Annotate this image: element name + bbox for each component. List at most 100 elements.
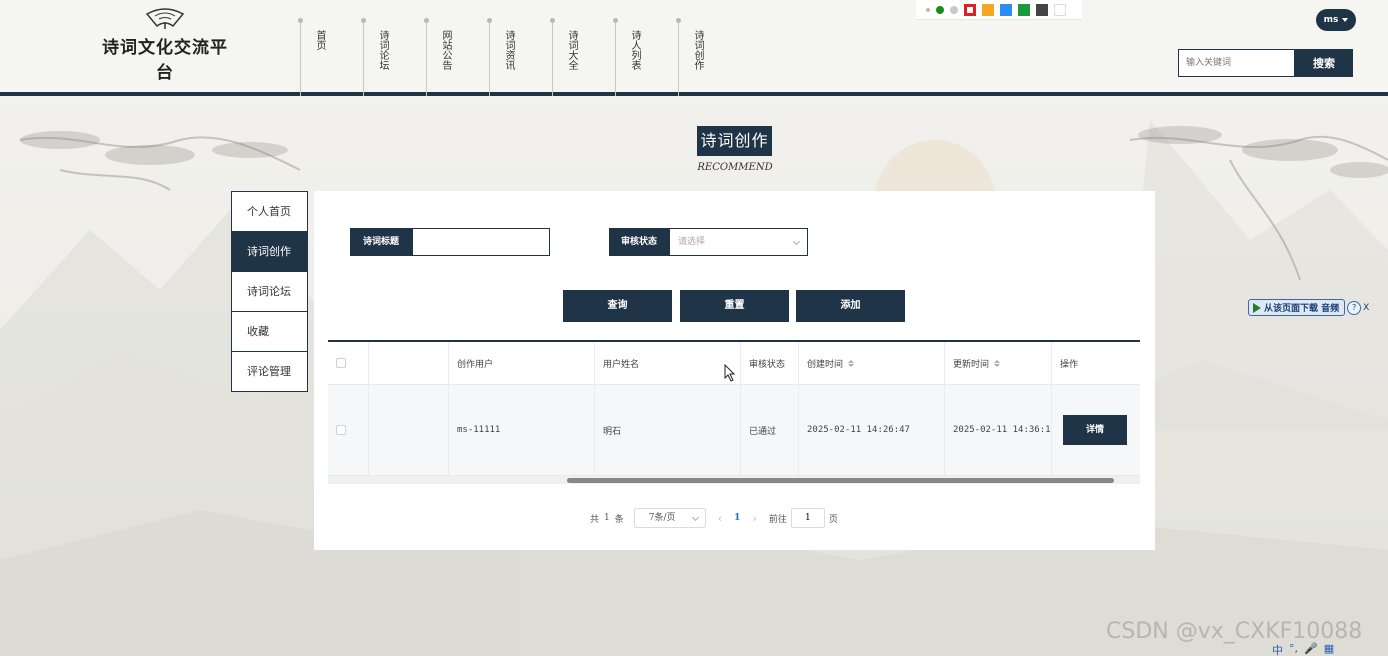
index-cell — [369, 385, 449, 475]
detail-button[interactable]: 详情 — [1063, 415, 1127, 445]
user-menu-button[interactable]: ms — [1316, 9, 1356, 31]
sort-icon[interactable] — [994, 359, 1001, 367]
nav-label: 诗词创作 — [692, 30, 703, 70]
title-filter-input[interactable] — [412, 228, 550, 256]
sort-icon[interactable] — [848, 359, 855, 367]
theme-dot[interactable] — [936, 5, 944, 14]
nav-label: 诗词资讯 — [503, 30, 514, 70]
action-column-header: 操作 — [1060, 359, 1079, 370]
nav-label: 网站公告 — [440, 30, 451, 70]
watermark: CSDN @vx_CXKF10088 — [1106, 619, 1363, 644]
side-menu-item-forum[interactable]: 诗词论坛 — [232, 272, 307, 312]
user-name: ms — [1323, 15, 1339, 25]
theme-swatch[interactable] — [982, 3, 994, 16]
page-number[interactable]: 1 — [734, 513, 740, 523]
status-filter-placeholder: 请选择 — [678, 237, 706, 247]
fan-logo-icon — [145, 8, 185, 29]
scrollbar-thumb[interactable] — [567, 478, 1114, 483]
updated-column-label: 更新时间 — [953, 359, 990, 370]
nav-item-home[interactable]: 首页 — [298, 18, 363, 96]
theme-swatch[interactable] — [964, 3, 976, 16]
nav-item-creation[interactable]: 诗词创作 — [676, 18, 741, 96]
total-suffix: 条 — [614, 514, 624, 525]
status-filter-select[interactable]: 请选择 — [669, 228, 808, 256]
page-subtitle: RECOMMEND — [697, 162, 773, 173]
prev-page-icon[interactable]: ‹ — [718, 512, 722, 525]
total-count: 1 — [604, 513, 610, 523]
select-all-cell — [328, 342, 369, 384]
ime-punct-icon[interactable]: °, — [1289, 642, 1298, 656]
theme-dot[interactable] — [950, 5, 958, 14]
nav-label: 诗词大全 — [566, 30, 577, 70]
help-icon[interactable]: ? — [1347, 300, 1362, 315]
next-page-icon[interactable]: › — [752, 512, 756, 525]
ime-grid-icon[interactable]: ▦ — [1324, 642, 1334, 656]
row-select-cell — [328, 385, 369, 475]
close-icon[interactable]: X — [1363, 303, 1369, 313]
chevron-down-icon — [792, 237, 801, 246]
side-menu-item-profile[interactable]: 个人首页 — [232, 192, 307, 232]
table-horizontal-scrollbar[interactable] — [328, 476, 1140, 484]
table-row: ms-11111 明石 已通过 2025-02-11 14:26:47 2025… — [328, 385, 1140, 476]
goto-page-input[interactable] — [790, 508, 825, 528]
caret-down-icon — [1342, 18, 1349, 22]
nav-item-poets[interactable]: 诗人列表 — [613, 18, 678, 96]
download-label: 从该页面下载 音频 — [1264, 304, 1340, 314]
site-logo[interactable]: 诗词文化交流平台 — [94, 8, 236, 83]
theme-swatch[interactable] — [1018, 3, 1030, 16]
nav-item-poems[interactable]: 诗词大全 — [550, 18, 615, 96]
main-nav: 首页 诗词论坛 网站公告 诗词资讯 诗词大全 诗人列表 诗词创作 — [298, 18, 741, 96]
username-cell: 明石 — [595, 385, 741, 475]
search-button[interactable]: 搜索 — [1295, 49, 1353, 77]
nav-label: 诗人列表 — [629, 30, 640, 70]
page-size-value: 7条/页 — [648, 513, 676, 523]
nav-item-forum[interactable]: 诗词论坛 — [361, 18, 426, 96]
chevron-down-icon — [691, 513, 699, 522]
side-menu-item-creation[interactable]: 诗词创作 — [232, 232, 307, 272]
add-button[interactable]: 添加 — [796, 290, 905, 322]
search-input[interactable] — [1178, 49, 1295, 77]
side-menu-item-favorites[interactable]: 收藏 — [232, 312, 307, 352]
index-column-header — [369, 342, 449, 384]
creation-table: 创作用户 用户姓名 审核状态 创建时间 更新时间 操作 ms-11111 明石 … — [328, 340, 1140, 484]
goto-prefix: 前往 — [768, 514, 787, 525]
top-header: 诗词文化交流平台 首页 诗词论坛 网站公告 诗词资讯 诗词大全 诗人列表 诗词创… — [0, 0, 1388, 96]
side-menu-item-comments[interactable]: 评论管理 — [232, 352, 307, 392]
side-menu: 个人首页 诗词创作 诗词论坛 收藏 评论管理 — [231, 191, 308, 392]
theme-swatch[interactable] — [1054, 3, 1066, 16]
reset-button[interactable]: 重置 — [680, 290, 789, 322]
download-audio-button[interactable]: 从该页面下载 音频 — [1248, 299, 1346, 316]
total-prefix: 共 — [590, 514, 600, 525]
created-column-header[interactable]: 创建时间 — [799, 342, 945, 384]
page-size-select[interactable]: 7条/页 — [633, 508, 706, 528]
theme-swatch[interactable] — [1000, 3, 1012, 16]
theme-swatch[interactable] — [1036, 3, 1048, 16]
creator-column-header: 创作用户 — [449, 342, 595, 384]
updated-column-header[interactable]: 更新时间 — [945, 342, 1052, 384]
row-checkbox[interactable] — [336, 425, 346, 435]
site-title: 诗词文化交流平台 — [102, 38, 228, 83]
theme-dot[interactable] — [926, 7, 930, 12]
ime-tray: 中 °, 🎤 ▦ — [1272, 642, 1334, 656]
mouse-cursor-icon — [724, 364, 736, 382]
nav-label: 首页 — [314, 30, 325, 50]
ime-mic-icon[interactable]: 🎤 — [1304, 642, 1318, 656]
nav-label: 诗词论坛 — [377, 30, 388, 70]
status-column-header: 审核状态 — [741, 342, 799, 384]
created-cell: 2025-02-11 14:26:47 — [799, 385, 945, 475]
nav-item-news[interactable]: 诗词资讯 — [487, 18, 552, 96]
goto-suffix: 页 — [828, 514, 838, 525]
status-cell: 已通过 — [741, 385, 799, 475]
pagination: 共 1 条 7条/页 ‹ 1 › 前往 页 — [590, 508, 838, 528]
query-button[interactable]: 查询 — [563, 290, 672, 322]
audio-download-widget: 从该页面下载 音频 ? X — [1248, 299, 1388, 316]
ime-chinese-icon[interactable]: 中 — [1272, 642, 1283, 656]
status-filter-label: 审核状态 — [609, 228, 669, 256]
nav-item-notice[interactable]: 网站公告 — [424, 18, 489, 96]
page-title: 诗词创作 — [697, 126, 772, 156]
select-all-checkbox[interactable] — [336, 358, 346, 368]
updated-cell: 2025-02-11 14:36:10 — [945, 385, 1052, 475]
action-cell: 详情 — [1052, 385, 1140, 475]
created-column-label: 创建时间 — [807, 359, 844, 370]
play-icon — [1253, 302, 1261, 313]
